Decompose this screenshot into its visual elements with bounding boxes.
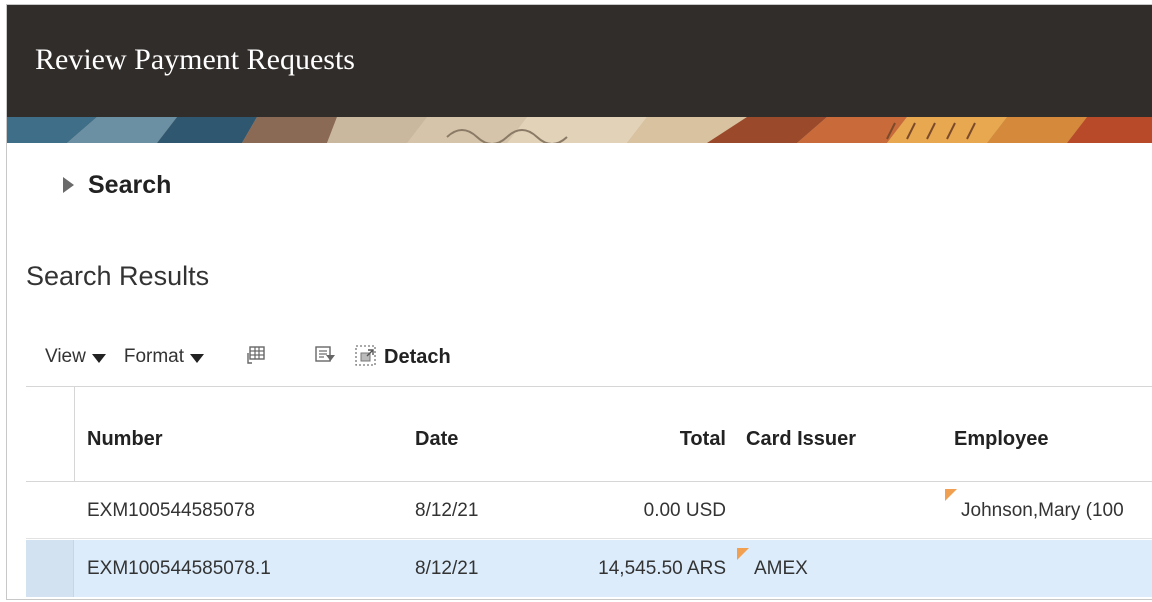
row-selector[interactable]: [26, 540, 74, 597]
cell-date: 8/12/21: [415, 558, 479, 579]
search-disclosure[interactable]: Search: [63, 171, 171, 199]
column-header-number[interactable]: Number: [87, 428, 163, 451]
wrap-filter-icon[interactable]: [314, 345, 336, 370]
dropdown-arrow-icon: [91, 353, 106, 363]
detach-label: Detach: [384, 345, 451, 368]
change-indicator-flag-icon: [945, 489, 957, 501]
search-section-label: Search: [88, 170, 172, 199]
table-row-selected[interactable]: EXM100544585078.1 8/12/21 14,545.50 ARS …: [26, 540, 1152, 597]
row-selector[interactable]: [26, 482, 74, 539]
freeze-columns-icon[interactable]: [246, 345, 266, 370]
cell-total: 14,545.50 ARS: [598, 558, 726, 579]
page-title: Review Payment Requests: [35, 43, 355, 76]
detach-button[interactable]: Detach: [354, 343, 451, 372]
change-indicator-flag-icon: [737, 548, 749, 560]
results-toolbar: View Format Detach: [45, 342, 451, 372]
column-header-date[interactable]: Date: [415, 428, 458, 451]
detach-icon: [354, 343, 378, 372]
table-top-rule: [26, 386, 1152, 387]
dropdown-arrow-icon: [190, 353, 205, 363]
cell-card-issuer: AMEX: [754, 558, 808, 579]
column-header-employee[interactable]: Employee: [954, 428, 1048, 451]
cell-total: 0.00 USD: [643, 500, 726, 521]
search-results-heading: Search Results: [26, 261, 210, 291]
cell-employee: Johnson,Mary (100: [961, 500, 1124, 521]
page-header: Review Payment Requests: [7, 5, 1152, 117]
cell-date: 8/12/21: [415, 500, 479, 521]
row-divider: [26, 538, 1152, 539]
table-row[interactable]: EXM100544585078 8/12/21 0.00 USD Johnson…: [26, 482, 1152, 539]
format-menu-button[interactable]: Format: [123, 346, 205, 368]
banner-pattern-graphic: [7, 117, 1152, 143]
cell-number: EXM100544585078: [87, 500, 255, 521]
page-frame: Review Payment Requests Search Search Re…: [6, 4, 1152, 600]
view-menu-label: View: [45, 346, 86, 367]
cell-number: EXM100544585078.1: [87, 558, 271, 579]
column-header-total[interactable]: Total: [596, 428, 726, 451]
column-header-card-issuer[interactable]: Card Issuer: [746, 428, 856, 451]
view-menu-button[interactable]: View: [45, 346, 106, 368]
decorative-banner: [7, 117, 1152, 143]
format-menu-label: Format: [123, 346, 185, 367]
gutter-divider: [74, 386, 75, 481]
expand-triangle-icon: [63, 177, 74, 193]
table-header-row: Number Date Total Card Issuer Employee: [26, 386, 1152, 482]
